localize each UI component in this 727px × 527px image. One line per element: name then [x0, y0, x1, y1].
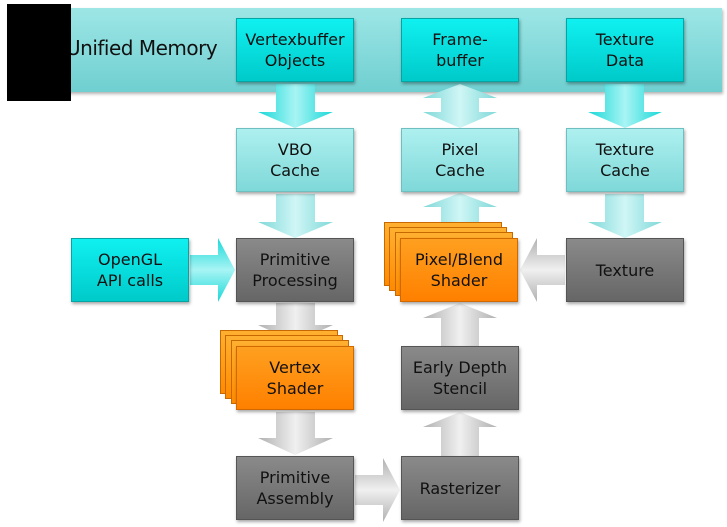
arrow-texture-to-shader [520, 238, 565, 302]
arrow-early-to-shader [423, 303, 497, 346]
texture-cache-box: Texture Cache [566, 128, 684, 192]
primitive-assembly-box: Primitive Assembly [236, 456, 354, 520]
texture-box: Texture [566, 238, 684, 302]
vbo-cache-box: VBO Cache [236, 128, 354, 192]
vertexbuffer-objects-box: Vertexbuffer Objects [236, 18, 354, 82]
opengl-api-calls-box: OpenGL API calls [71, 238, 189, 302]
arrow-texdata-to-cache [588, 84, 662, 128]
arrow-texcache-to-texture [588, 194, 662, 238]
early-depth-stencil-box: Early Depth Stencil [401, 346, 519, 410]
arrow-cache-to-primitive [258, 194, 333, 238]
framebuffer-box: Frame- buffer [401, 18, 519, 82]
rasterizer-box: Rasterizer [401, 456, 519, 520]
arrow-vbo-to-cache [258, 84, 333, 128]
vertex-shader-box: Vertex Shader [236, 346, 354, 410]
arrow-assembly-to-rasterizer [355, 458, 400, 522]
arrow-rasterizer-to-early [423, 412, 497, 456]
texture-data-box: Texture Data [566, 18, 684, 82]
arrow-vertex-to-assembly [258, 412, 333, 455]
arrow-framebuffer-pixelcache [423, 84, 497, 128]
arrow-api-to-primitive [190, 238, 235, 302]
pixel-cache-box: Pixel Cache [401, 128, 519, 192]
pixel-blend-shader-box: Pixel/Blend Shader [400, 238, 518, 302]
primitive-processing-box: Primitive Processing [236, 238, 354, 302]
